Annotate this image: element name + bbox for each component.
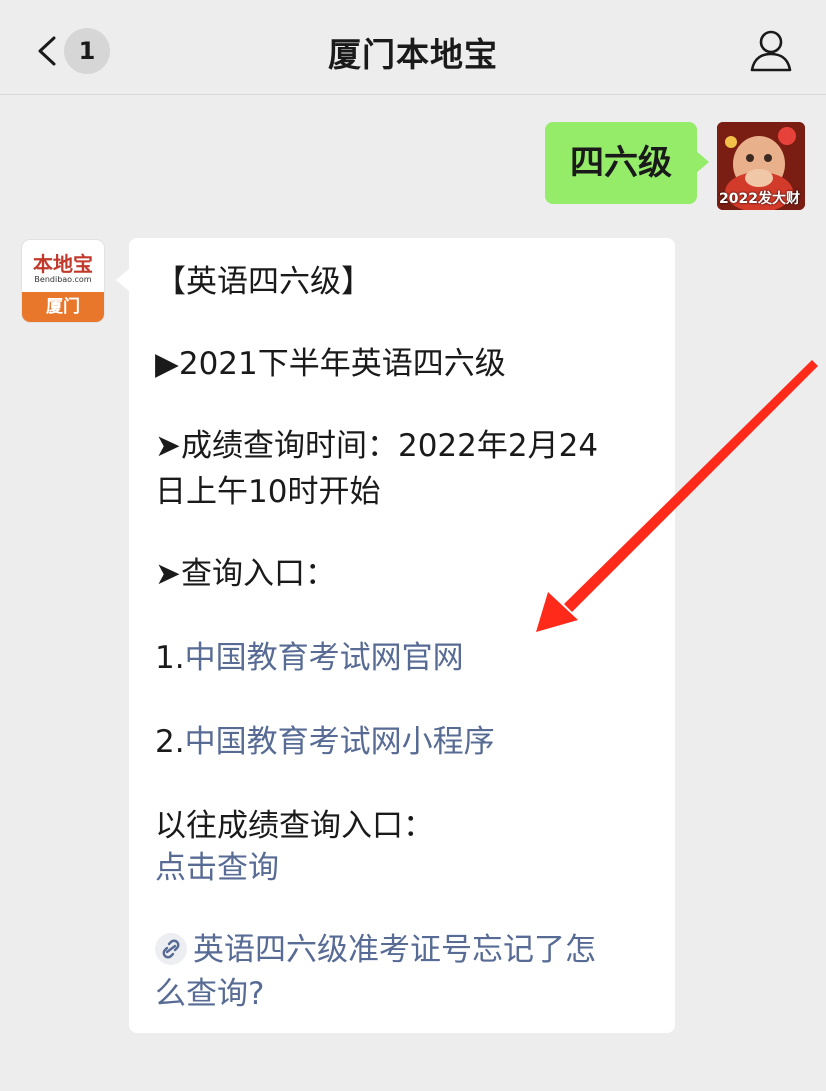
red-arrow-annotation bbox=[536, 360, 818, 632]
